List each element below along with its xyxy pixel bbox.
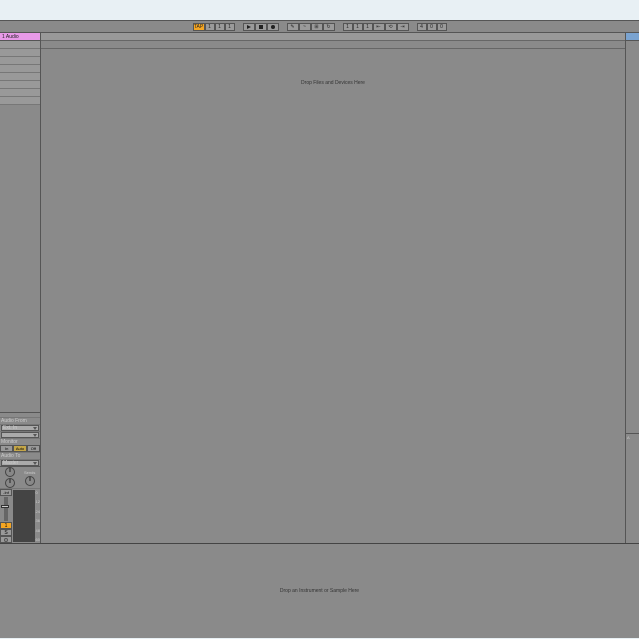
chevron-down-icon	[33, 462, 37, 465]
record-button[interactable]	[267, 23, 279, 31]
right-tab[interactable]	[626, 33, 639, 41]
loop-switch[interactable]: ⟲	[385, 23, 397, 31]
channel-select[interactable]	[1, 432, 39, 438]
position-bar[interactable]: 1	[205, 23, 215, 31]
audio-from-value: Ext. In	[3, 425, 17, 431]
punch-in-button[interactable]: ⇤	[373, 23, 385, 31]
clip-slot[interactable]	[0, 57, 40, 65]
sig-b[interactable]: 0	[427, 23, 437, 31]
monitor-in-button[interactable]: In	[0, 445, 13, 452]
track-spacer	[0, 105, 40, 412]
transport-controls	[243, 23, 279, 31]
fader-column: -Inf 1 S	[0, 489, 12, 543]
pencil-button[interactable]: ✎	[287, 23, 299, 31]
loop-bar[interactable]: 1	[343, 23, 353, 31]
loop-beat[interactable]: 1	[353, 23, 363, 31]
loop-sixteenth[interactable]: 1	[363, 23, 373, 31]
punch-out-button[interactable]: ⇥	[397, 23, 409, 31]
io-section: Audio From Ext. In Monitor In Auto Off A…	[0, 412, 40, 466]
right-mixer: A	[626, 433, 639, 543]
audio-to-label: Audio To	[0, 452, 40, 459]
send-a-knob[interactable]	[5, 478, 15, 488]
right-spacer	[626, 41, 639, 433]
window-titlebar-area	[0, 0, 639, 20]
track-column: 1 Audio Audio From Ext. In	[0, 33, 41, 543]
db-mark: 36	[36, 518, 40, 523]
arm-icon	[4, 538, 8, 542]
pan-knob[interactable]	[5, 467, 15, 477]
track-title[interactable]: 1 Audio	[0, 33, 40, 41]
channel-row	[0, 431, 40, 438]
db-mark: 48	[36, 528, 40, 533]
monitor-label: Monitor	[0, 438, 40, 445]
track-activator[interactable]: 1	[0, 522, 12, 529]
sends-row: Sends	[0, 467, 40, 489]
position-beat[interactable]: 1	[215, 23, 225, 31]
db-mark: 12	[36, 499, 40, 504]
chevron-down-icon	[33, 434, 37, 437]
draw-button[interactable]: ⊞	[311, 23, 323, 31]
arrangement-view[interactable]: Drop Files and Devices Here	[41, 33, 625, 543]
stop-icon	[259, 25, 263, 29]
solo-button[interactable]: S	[0, 529, 12, 536]
volume-fader-track	[4, 497, 8, 521]
arrangement-ruler[interactable]	[41, 41, 625, 49]
audio-to-row: Master	[0, 459, 40, 466]
db-mark: 60	[36, 537, 40, 542]
record-icon	[271, 25, 275, 29]
tempo-group: TAP 1 1 1	[193, 23, 235, 31]
level-meter	[13, 490, 35, 542]
arrangement-header	[41, 33, 625, 41]
sig-a[interactable]: 4	[417, 23, 427, 31]
clip-slot[interactable]	[0, 49, 40, 57]
audio-from-select[interactable]: Ext. In	[1, 425, 39, 431]
volume-section: -Inf 1 S 0 12 24 36	[0, 489, 40, 543]
db-scale: 0 12 24 36 48 60	[36, 489, 40, 543]
detail-view[interactable]: Drop an Instrument or Sample Here	[0, 543, 639, 638]
return-label: A	[626, 434, 639, 441]
monitor-auto-button[interactable]: Auto	[13, 445, 26, 452]
position-sixteenth[interactable]: 1	[225, 23, 235, 31]
volume-display[interactable]: -Inf	[0, 489, 12, 496]
right-panel: A	[625, 33, 639, 543]
db-mark: 0	[36, 490, 40, 495]
clip-slot[interactable]	[0, 81, 40, 89]
drop-files-hint: Drop Files and Devices Here	[301, 80, 365, 86]
play-button[interactable]	[243, 23, 255, 31]
arm-button[interactable]	[0, 536, 12, 543]
tap-tempo-button[interactable]: TAP	[193, 23, 205, 31]
db-mark: 24	[36, 509, 40, 514]
loop-button[interactable]: ↻	[323, 23, 335, 31]
stop-button[interactable]	[255, 23, 267, 31]
volume-fader[interactable]	[1, 505, 9, 508]
main-area: 1 Audio Audio From Ext. In	[0, 33, 639, 543]
chevron-down-icon	[33, 427, 37, 430]
send-b-knob[interactable]	[25, 476, 35, 486]
clip-slot[interactable]	[0, 89, 40, 97]
play-icon	[247, 25, 251, 29]
clip-slots	[0, 41, 40, 105]
clip-slot[interactable]	[0, 65, 40, 73]
clip-slot[interactable]	[0, 41, 40, 49]
monitor-row: In Auto Off	[0, 445, 40, 452]
detail-drop-hint: Drop an Instrument or Sample Here	[280, 588, 359, 594]
automation-button[interactable]: ~	[299, 23, 311, 31]
transport-toolbar: TAP 1 1 1 ✎ ~ ⊞ ↻ 1 1 1 ⇤ ⟲ ⇥ 4 0 0	[0, 20, 639, 33]
mixer-section: Sends -Inf 1 S	[0, 466, 40, 543]
loop-position: 1 1 1 ⇤ ⟲ ⇥	[343, 23, 409, 31]
sig-c[interactable]: 0	[437, 23, 447, 31]
edit-controls: ✎ ~ ⊞ ↻	[287, 23, 335, 31]
sends-label: Sends	[24, 470, 35, 475]
audio-from-label: Audio From	[0, 417, 40, 424]
monitor-off-button[interactable]: Off	[27, 445, 40, 452]
audio-from-row: Ext. In	[0, 424, 40, 431]
clip-slot[interactable]	[0, 97, 40, 105]
clip-slot[interactable]	[0, 73, 40, 81]
key-midi-group: 4 0 0	[417, 23, 447, 31]
meter-column: 0 12 24 36 48 60	[12, 489, 40, 543]
